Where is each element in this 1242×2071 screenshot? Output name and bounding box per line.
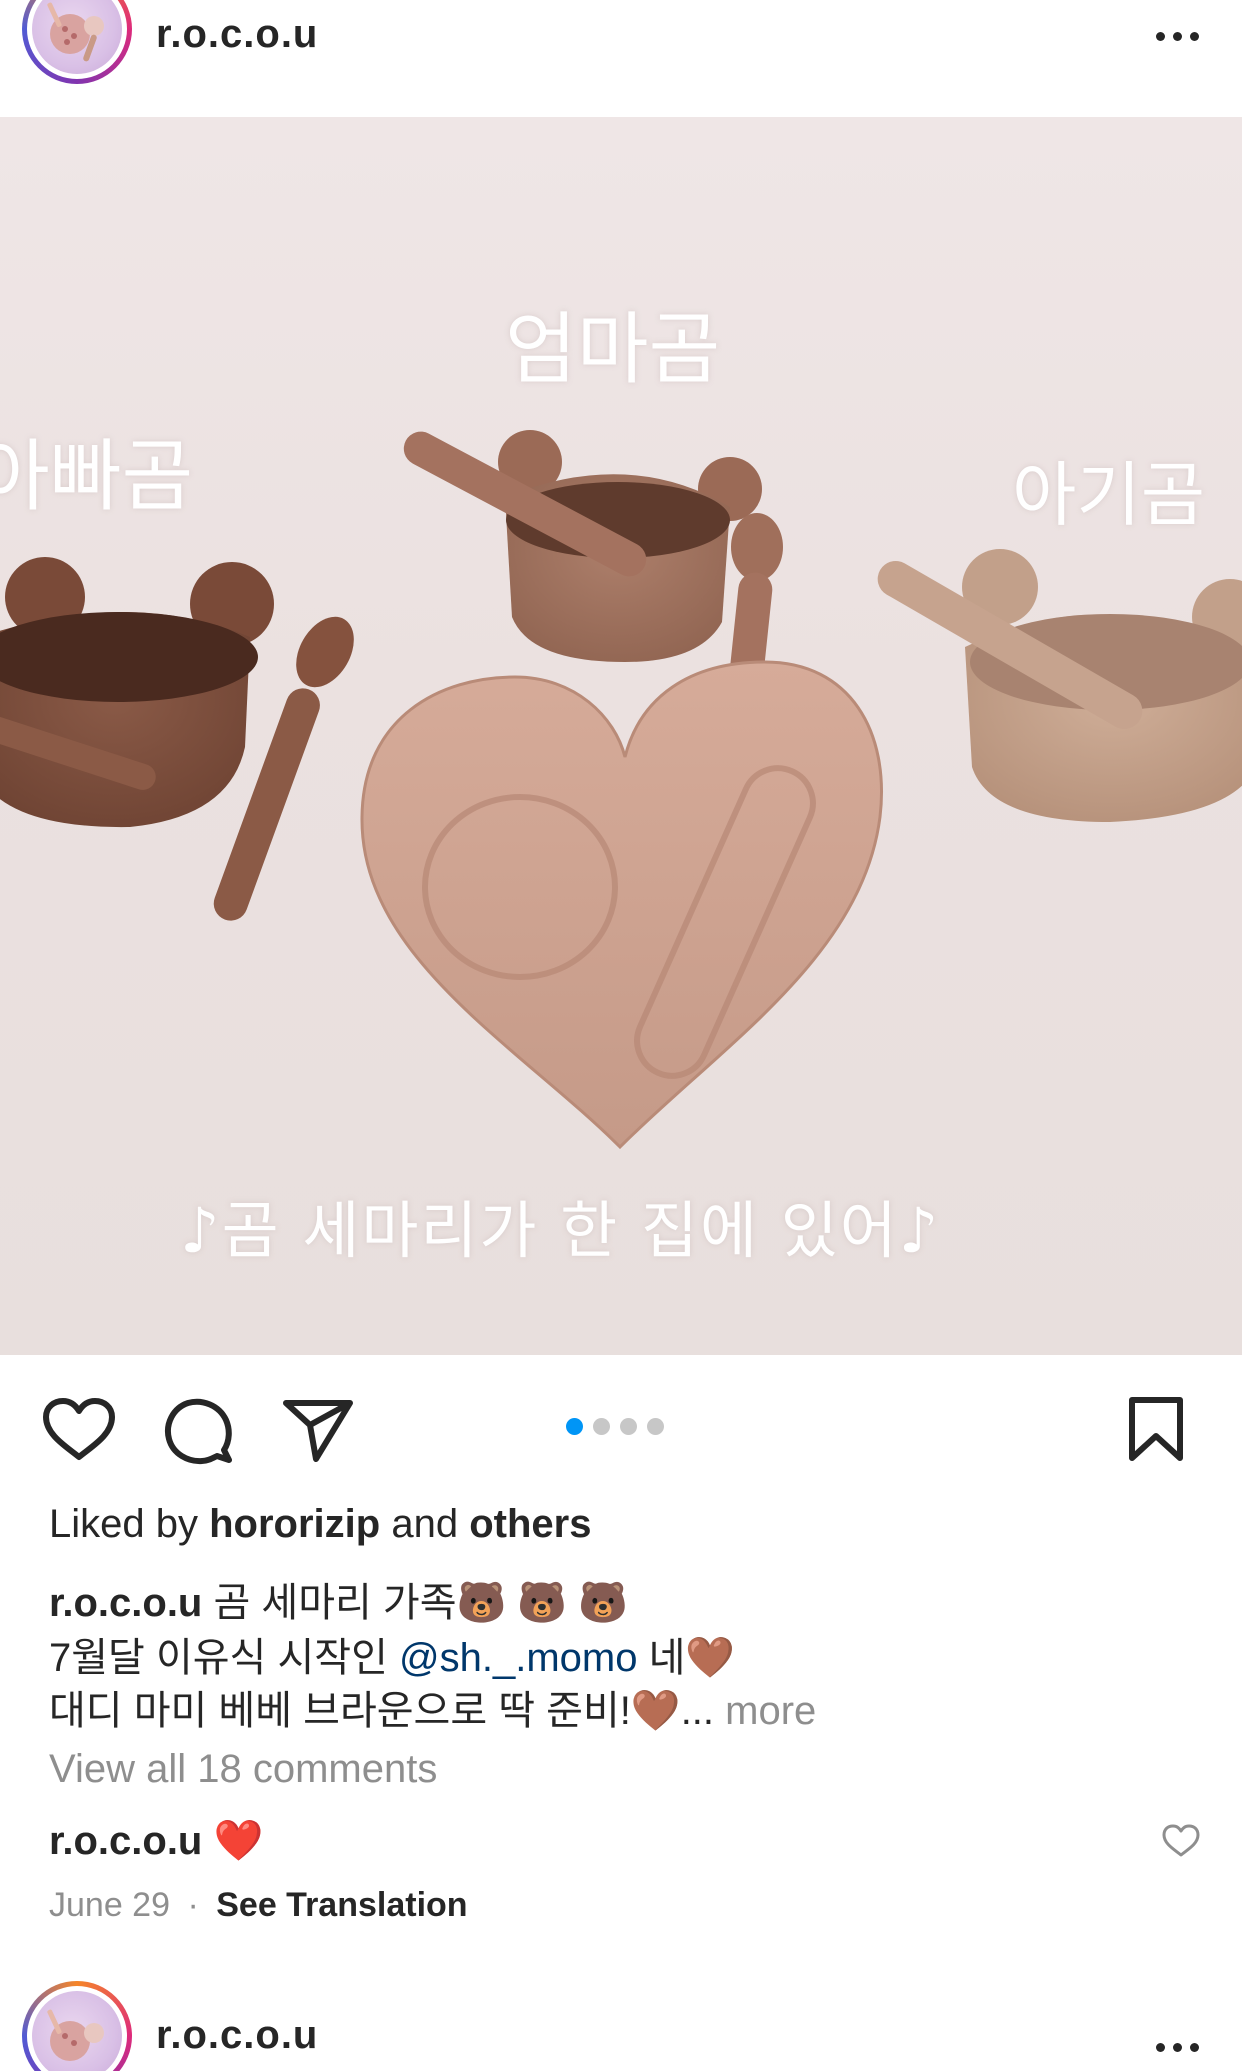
caption-ellipsis: ... [680, 1689, 715, 1733]
caption-text-2b: 네🤎 [648, 1636, 736, 1680]
photo-label-caption: ♪곰 세마리가 한 집에 있어♪ [180, 1194, 941, 1267]
caption-mention[interactable]: @sh._.momo [399, 1636, 637, 1680]
comment-like-button[interactable] [1162, 1824, 1200, 1858]
share-button[interactable] [282, 1397, 354, 1463]
bookmark-icon [1129, 1397, 1183, 1461]
carousel-dot [647, 1418, 664, 1435]
comment-bubble-icon [165, 1398, 232, 1465]
post-meta: June 29 · See Translation [49, 1886, 468, 1925]
avatar-image [47, 2009, 104, 2061]
comment-button[interactable] [162, 1395, 234, 1467]
more-dots-icon[interactable] [1156, 2043, 1199, 2052]
heart-plate [360, 660, 883, 1150]
top-comment: r.o.c.o.u ❤️ [49, 1817, 263, 1864]
carousel-dot [593, 1418, 610, 1435]
comment-username[interactable]: r.o.c.o.u [49, 1819, 202, 1863]
photo-label-mom: 엄마곰 [505, 305, 721, 395]
caption-line-1: r.o.c.o.u 곰 세마리 가족🐻 🐻 🐻 [49, 1570, 628, 1628]
caption-username[interactable]: r.o.c.o.u [49, 1581, 202, 1625]
comment-text: ❤️ [213, 1819, 264, 1863]
view-all-comments-link[interactable]: View all 18 comments [49, 1747, 437, 1792]
photo-label-dad: 아빠곰 [0, 432, 194, 522]
small-heart-icon [1162, 1824, 1200, 1857]
likes-joiner: and [391, 1502, 459, 1546]
caption-text-2a: 7월달 이유식 시작인 [49, 1636, 388, 1680]
post-photo[interactable]: 엄마곰 아빠곰 아기곰 ♪곰 세마리가 한 집에 있어♪ [0, 117, 1242, 1355]
post-username[interactable]: r.o.c.o.u [156, 12, 318, 57]
caption-line-2: 7월달 이유식 시작인 @sh._.momo 네🤎 [49, 1625, 735, 1683]
caption-text-1: 곰 세마리 가족🐻 🐻 🐻 [213, 1581, 629, 1625]
save-button[interactable] [1126, 1396, 1186, 1464]
next-post-header: r.o.c.o.u [0, 1975, 1242, 2071]
paper-plane-icon [283, 1400, 353, 1462]
heart-outline-icon [43, 1398, 115, 1460]
see-translation-link[interactable]: See Translation [216, 1886, 467, 1924]
next-post-username[interactable]: r.o.c.o.u [156, 2013, 318, 2058]
photo-label-baby: 아기곰 [1012, 454, 1206, 536]
meta-separator: · [187, 1886, 199, 1924]
more-dots-icon[interactable] [1156, 32, 1199, 41]
carousel-dot [620, 1418, 637, 1435]
like-button[interactable] [42, 1397, 116, 1463]
carousel-dot [566, 1418, 583, 1435]
caption-line-3: 대디 마미 베베 브라운으로 딱 준비!🤎... more [49, 1678, 816, 1736]
carousel-indicator [566, 1418, 664, 1435]
liked-by-others[interactable]: others [469, 1502, 591, 1546]
caption-text-3: 대디 마미 베베 브라운으로 딱 준비!🤎 [49, 1689, 681, 1733]
likes-prefix: Liked by [49, 1502, 198, 1546]
mom-bear-bowl [403, 430, 762, 662]
dad-bear-bowl [0, 557, 274, 828]
post-header: r.o.c.o.u [0, 0, 1242, 117]
avatar-image [47, 2, 104, 62]
profile-avatar[interactable] [22, 0, 132, 84]
caption-more-link[interactable]: more [725, 1689, 816, 1733]
likes-summary: Liked by hororizip and others [49, 1502, 591, 1547]
baby-bear-bowl [877, 549, 1242, 822]
post-date: June 29 [49, 1886, 170, 1924]
liked-by-user[interactable]: hororizip [209, 1502, 380, 1546]
next-profile-avatar[interactable] [22, 1981, 132, 2071]
